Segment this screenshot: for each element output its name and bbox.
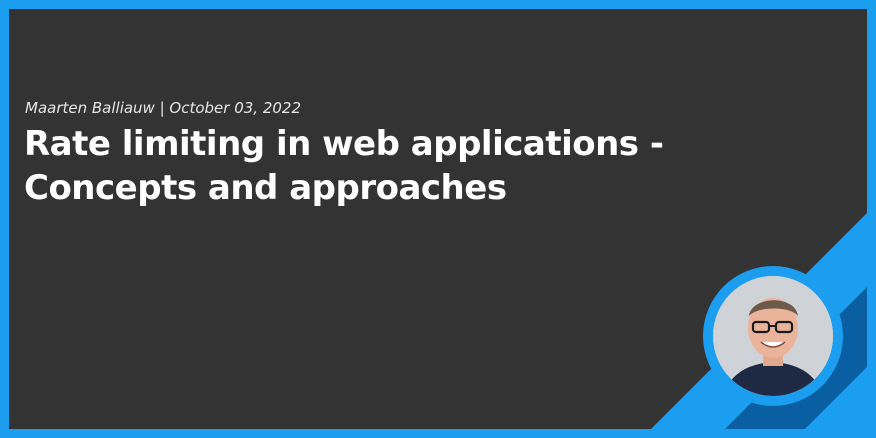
post-title-line-2: Concepts and approaches (24, 168, 507, 208)
post-title-line-1: Rate limiting in web applications - (24, 124, 664, 164)
post-title: Rate limiting in web applications - Conc… (24, 122, 744, 210)
social-card: Maarten Balliauw | October 03, 2022 Rate… (0, 0, 876, 438)
post-byline: Maarten Balliauw | October 03, 2022 (25, 99, 302, 117)
author-portrait-icon (713, 276, 833, 396)
author-avatar (713, 276, 833, 396)
